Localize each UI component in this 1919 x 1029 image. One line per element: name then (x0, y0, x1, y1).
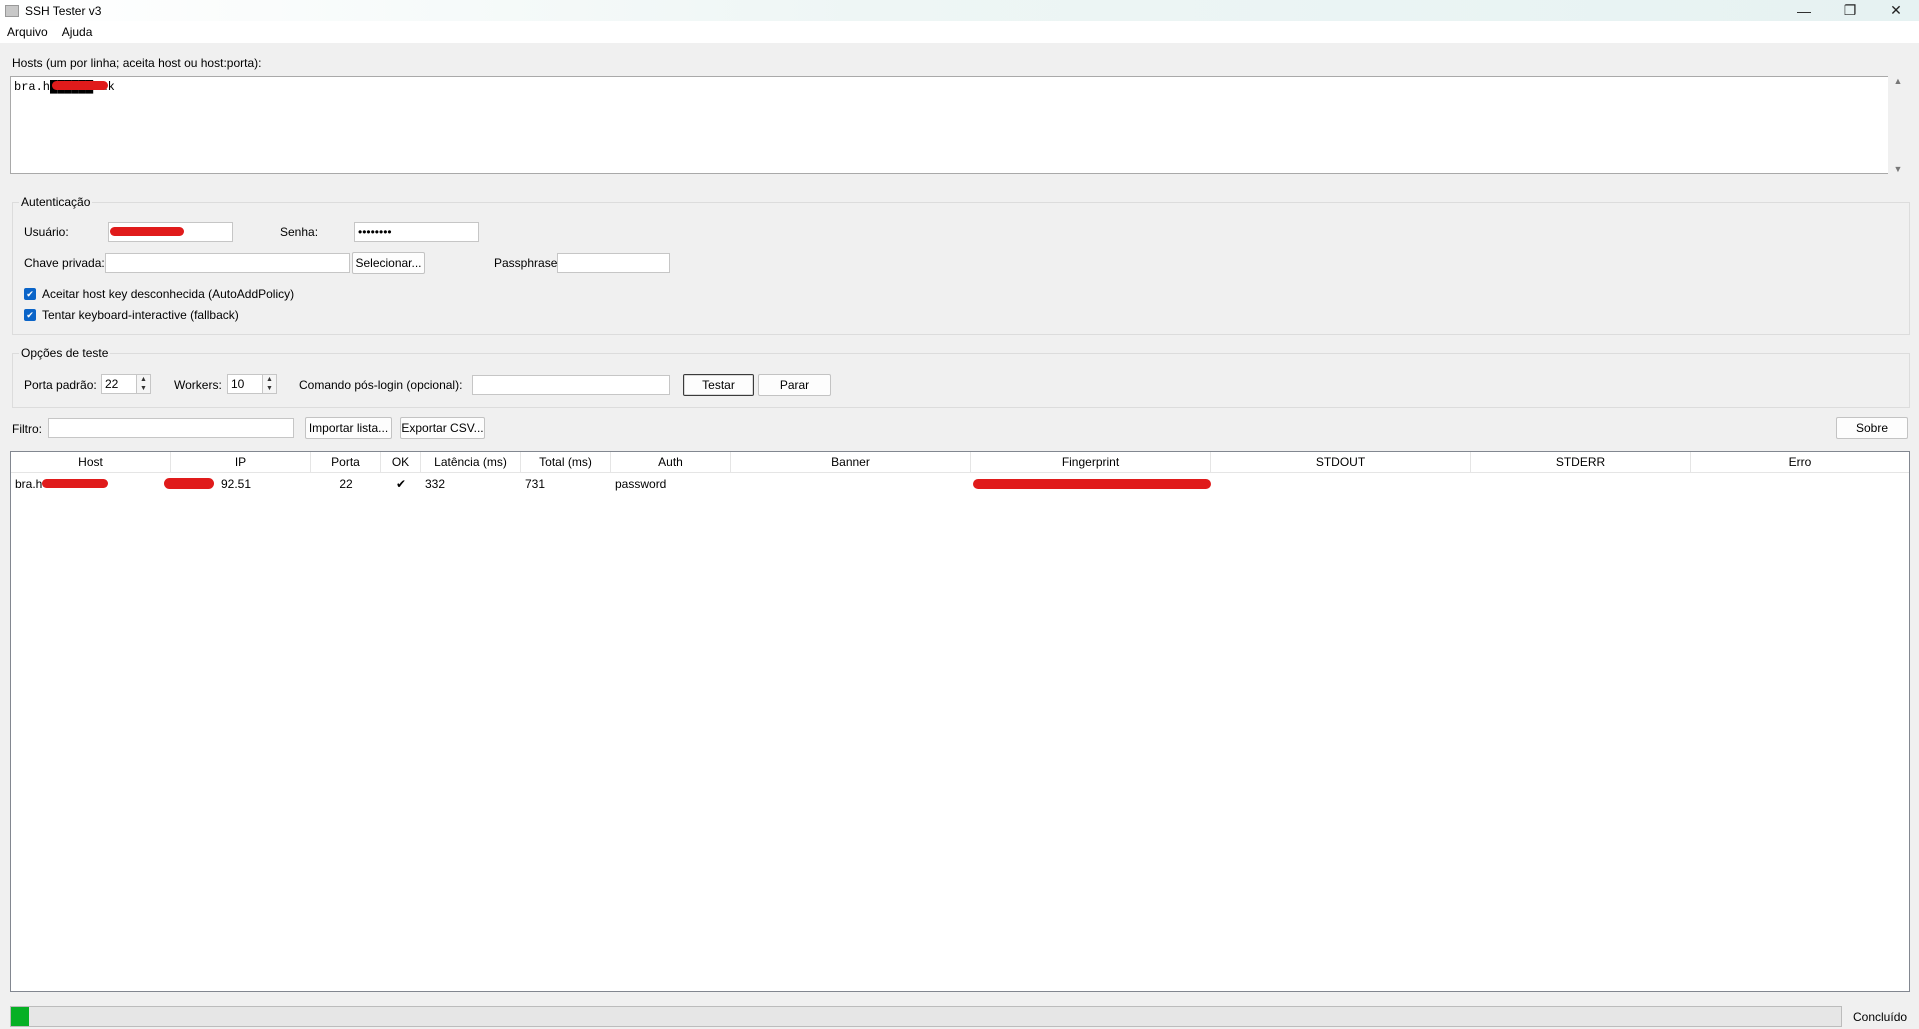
private-key-label: Chave privada: (24, 256, 105, 270)
password-value: •••••••• (358, 225, 392, 239)
keyboard-interactive-checkbox[interactable]: ✔ Tentar keyboard-interactive (fallback) (24, 308, 239, 322)
about-button[interactable]: Sobre (1836, 417, 1908, 439)
redaction-mark (110, 227, 184, 236)
spin-down-icon[interactable]: ▼ (263, 384, 276, 393)
column-error[interactable]: Erro (1691, 452, 1909, 472)
hosts-scrollbar[interactable]: ▲ ▼ (1888, 76, 1908, 174)
command-label: Comando pós-login (opcional): (299, 378, 463, 392)
spin-up-icon[interactable]: ▲ (263, 375, 276, 384)
window-title: SSH Tester v3 (25, 3, 102, 18)
title-bar: SSH Tester v3 — ❐ ✕ (0, 0, 1919, 21)
close-button[interactable]: ✕ (1873, 0, 1919, 21)
cell-total: 731 (525, 477, 546, 491)
password-label: Senha: (280, 225, 319, 239)
progress-fill (11, 1007, 30, 1026)
redaction-mark (164, 478, 214, 489)
redaction-mark (52, 81, 108, 90)
menu-ajuda[interactable]: Ajuda (55, 25, 100, 39)
column-total[interactable]: Total (ms) (521, 452, 611, 472)
user-label: Usuário: (24, 225, 69, 239)
workers-spinbox[interactable]: 10 ▲ ▼ (227, 374, 277, 394)
column-ok[interactable]: OK (381, 452, 421, 472)
scroll-down-icon[interactable]: ▼ (1894, 164, 1903, 174)
cell-latency: 332 (425, 477, 446, 491)
filter-label: Filtro: (12, 422, 42, 436)
app-icon (5, 4, 19, 17)
column-banner[interactable]: Banner (731, 452, 971, 472)
scroll-up-icon[interactable]: ▲ (1894, 76, 1903, 86)
export-csv-button[interactable]: Exportar CSV... (400, 417, 485, 439)
cell-auth: password (615, 477, 667, 491)
minimize-button[interactable]: — (1781, 0, 1827, 21)
column-latency[interactable]: Latência (ms) (421, 452, 521, 472)
cell-stderr (1471, 474, 1691, 494)
private-key-input[interactable] (105, 253, 350, 273)
column-ip[interactable]: IP (171, 452, 311, 472)
test-button[interactable]: Testar (683, 374, 754, 396)
column-stdout[interactable]: STDOUT (1211, 452, 1471, 472)
column-fingerprint[interactable]: Fingerprint (971, 452, 1211, 472)
options-group-title: Opções de teste (19, 346, 111, 360)
import-list-button[interactable]: Importar lista... (305, 417, 392, 439)
progress-bar (10, 1006, 1842, 1027)
column-host[interactable]: Host (11, 452, 171, 472)
hosts-label: Hosts (um por linha; aceita host ou host… (12, 56, 262, 70)
accept-hostkey-label: Aceitar host key desconhecida (AutoAddPo… (42, 287, 295, 301)
maximize-button[interactable]: ❐ (1827, 0, 1873, 21)
workers-label: Workers: (174, 378, 222, 392)
filter-input[interactable] (48, 418, 294, 438)
port-label: Porta padrão: (24, 378, 97, 392)
port-value[interactable]: 22 (101, 374, 137, 394)
auth-group-title: Autenticação (19, 195, 93, 209)
stop-button[interactable]: Parar (758, 374, 831, 396)
port-spinbox[interactable]: 22 ▲ ▼ (101, 374, 151, 394)
redaction-mark (42, 479, 108, 488)
password-input[interactable]: •••••••• (354, 222, 479, 242)
column-auth[interactable]: Auth (611, 452, 731, 472)
redaction-mark (973, 479, 1211, 489)
cell-error (1691, 474, 1909, 494)
column-port[interactable]: Porta (311, 452, 381, 472)
menu-bar: Arquivo Ajuda (0, 21, 1919, 43)
table-row[interactable]: bra.h 92.51 22 ✔ 332 731 password (11, 474, 1909, 494)
results-table[interactable]: Host IP Porta OK Latência (ms) Total (ms… (10, 451, 1910, 992)
menu-arquivo[interactable]: Arquivo (0, 25, 55, 39)
hosts-textarea[interactable]: bra.h██████.uk (10, 76, 1898, 174)
command-input[interactable] (472, 375, 670, 395)
cell-port: 22 (339, 477, 353, 491)
options-group: Opções de teste (12, 346, 1910, 408)
column-stderr[interactable]: STDERR (1471, 452, 1691, 472)
status-text: Concluído (1853, 1010, 1908, 1024)
cell-ok: ✔ (395, 477, 407, 491)
select-key-button[interactable]: Selecionar... (352, 252, 425, 274)
cell-banner (731, 474, 971, 494)
keyboard-interactive-label: Tentar keyboard-interactive (fallback) (42, 308, 239, 322)
passphrase-input[interactable] (557, 253, 670, 273)
checkmark-icon[interactable]: ✔ (24, 288, 36, 300)
workers-value[interactable]: 10 (227, 374, 263, 394)
passphrase-label: Passphrase: (494, 256, 561, 270)
spin-down-icon[interactable]: ▼ (137, 384, 150, 393)
accept-hostkey-checkbox[interactable]: ✔ Aceitar host key desconhecida (AutoAdd… (24, 287, 294, 301)
checkmark-icon[interactable]: ✔ (24, 309, 36, 321)
cell-stdout (1211, 474, 1471, 494)
table-header: Host IP Porta OK Latência (ms) Total (ms… (11, 452, 1909, 473)
spin-up-icon[interactable]: ▲ (137, 375, 150, 384)
